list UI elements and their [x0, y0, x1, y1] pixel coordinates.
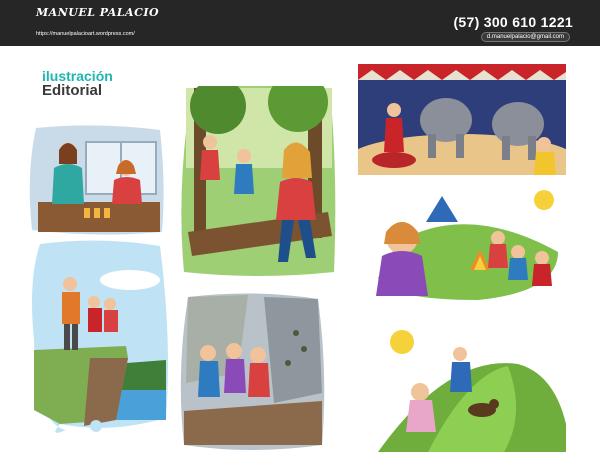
- forest-hikers-illustration: [178, 86, 338, 276]
- hilltop-chase-illustration: [358, 314, 566, 452]
- phone-number: (57) 300 610 1221: [453, 14, 573, 30]
- classroom-illustration: [28, 124, 166, 235]
- section-title-line2: Editorial: [42, 82, 103, 99]
- email-link[interactable]: d.manuelpalacio@gmail.com: [480, 32, 570, 42]
- logo: MANUEL PALACIO: [36, 6, 160, 19]
- header-bar: MANUEL PALACIO https://manuelpalacioart.…: [0, 0, 600, 46]
- website-link[interactable]: https://manuelpalacioart.wordpress.com/: [36, 31, 135, 37]
- campfire-illustration: [358, 182, 566, 304]
- cliff-lookout-illustration: [30, 240, 170, 438]
- rockslide-escape-illustration: [178, 293, 326, 451]
- circus-elephants-illustration: [358, 64, 566, 175]
